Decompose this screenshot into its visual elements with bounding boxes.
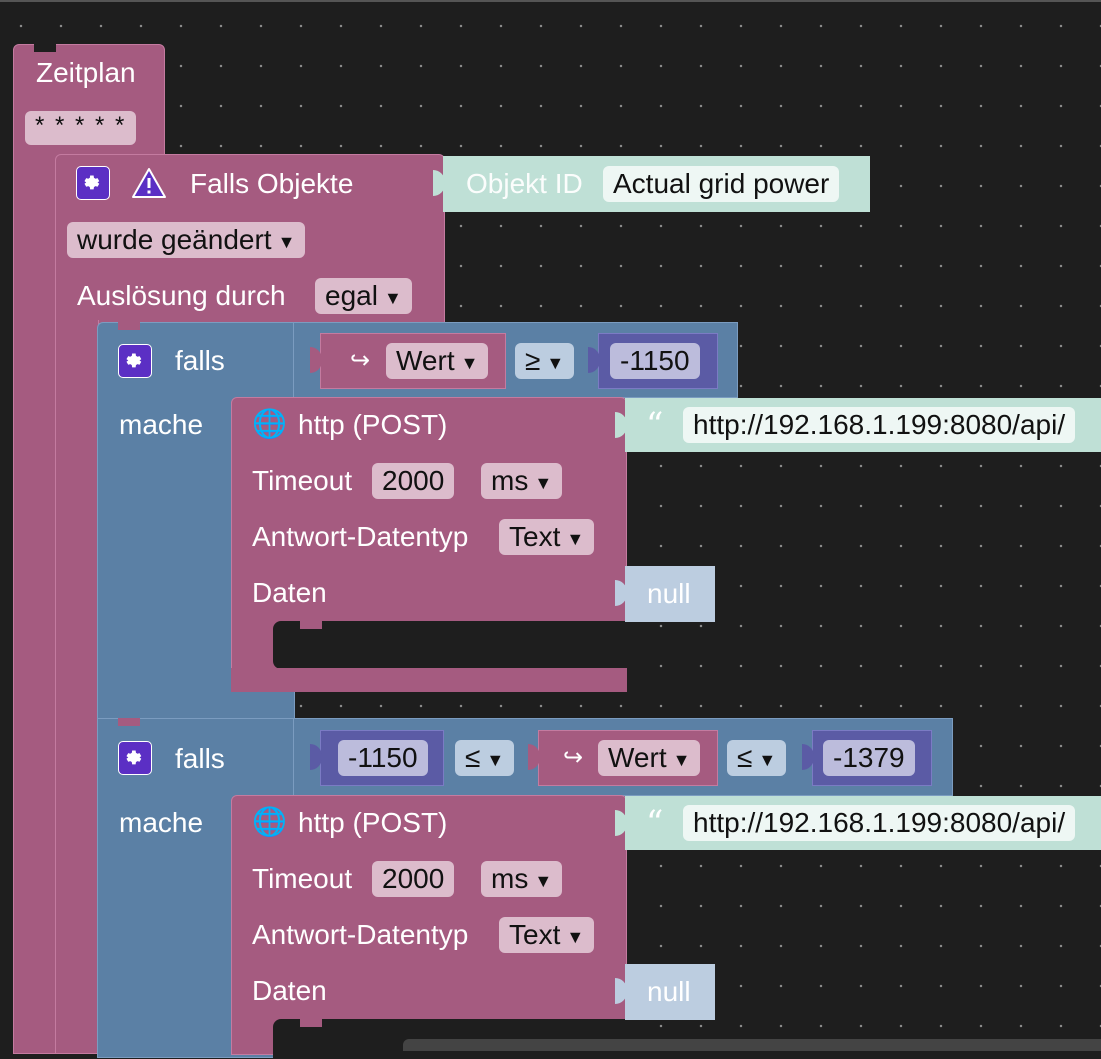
gear-icon[interactable] [118,344,152,378]
http-block-footer-1 [231,668,627,692]
object-id-label: Objekt ID [466,168,583,199]
operator-dropdown-2a[interactable]: ≤ ▼ [455,740,515,776]
block-notch [118,322,140,330]
dropdown-arrow-icon: ▼ [672,750,691,770]
dropdown-arrow-icon: ▼ [546,353,565,373]
cron-field[interactable]: * * * * * [25,111,137,145]
triggered-by-dropdown[interactable]: egal ▼ [315,278,412,314]
unit-dropdown-1[interactable]: ms ▼ [481,463,563,499]
block-notch [34,44,56,52]
null-value-2: null [647,976,691,1007]
operator-value: ≥ [525,345,541,376]
zeitplan-title: Zeitplan [36,57,136,88]
http-statement-slot-1 [273,621,627,669]
number-field-2a[interactable]: -1150 [338,740,428,776]
unit-value: ms [491,863,529,894]
gear-icon[interactable] [76,166,110,200]
operator-value: ≤ [737,742,753,773]
dropdown-arrow-icon: ▼ [566,529,585,549]
value-label: Wert [396,345,455,376]
dropdown-arrow-icon: ▼ [460,353,479,373]
mache-label-2: mache [119,807,204,838]
number-field-1[interactable]: -1150 [610,343,700,379]
operator-dropdown-2b[interactable]: ≤ ▼ [727,740,787,776]
dropdown-arrow-icon: ▼ [758,750,777,770]
trigger-title: Falls Objekte [190,168,354,199]
quote-icon: “ [646,405,664,445]
triggered-by-value: egal [325,280,378,311]
falls-label-2: falls [175,743,225,774]
changed-dropdown[interactable]: wurde geändert ▼ [67,222,306,258]
gear-icon[interactable] [118,741,152,775]
workspace-top-border [0,0,1101,2]
block-notch [300,1019,322,1027]
operator-dropdown-1[interactable]: ≥ ▼ [515,343,575,379]
value-label: Wert [608,742,667,773]
falls-label-1: falls [175,345,225,376]
mache-label-1: mache [119,409,204,440]
block-notch [118,718,140,726]
value-dropdown-2[interactable]: Wert ▼ [598,740,701,776]
dropdown-arrow-icon: ▼ [383,288,402,308]
globe-icon: 🌐 [252,806,287,837]
triggered-by-label: Auslösung durch [77,280,286,311]
response-type-value: Text [509,521,561,552]
object-id-field[interactable]: Actual grid power [603,166,840,202]
http-title-1: http (POST) [298,409,448,440]
data-label-2: Daten [252,975,327,1006]
unit-dropdown-2[interactable]: ms ▼ [481,861,563,897]
timeout-label-1: Timeout [252,465,353,496]
trigger-block-arm [55,320,99,1054]
dropdown-arrow-icon: ▼ [566,927,585,947]
value-dropdown-1[interactable]: Wert ▼ [386,343,489,379]
timeout-field-2[interactable]: 2000 [372,861,455,897]
warning-icon[interactable] [131,166,167,200]
unit-value: ms [491,465,529,496]
variable-arrow-icon: ↪ [350,347,371,374]
url-field-2[interactable]: http://192.168.1.199:8080/api/ [683,805,1076,841]
response-type-dropdown-1[interactable]: Text ▼ [499,519,595,555]
dropdown-arrow-icon: ▼ [534,871,553,891]
response-type-label-2: Antwort-Datentyp [252,919,469,950]
response-type-label-1: Antwort-Datentyp [252,521,469,552]
timeout-field-1[interactable]: 2000 [372,463,455,499]
changed-value: wurde geändert [77,224,272,255]
operator-value: ≤ [465,742,481,773]
quote-icon: “ [646,803,664,843]
globe-icon: 🌐 [252,408,287,439]
horizontal-scrollbar[interactable] [403,1039,1101,1051]
number-field-2b[interactable]: -1379 [823,740,915,776]
block-notch [300,621,322,629]
url-field-1[interactable]: http://192.168.1.199:8080/api/ [683,407,1076,443]
dropdown-arrow-icon: ▼ [534,473,553,493]
variable-arrow-icon: ↪ [563,744,584,771]
null-value-1: null [647,578,691,609]
http-title-2: http (POST) [298,807,448,838]
timeout-label-2: Timeout [252,863,353,894]
data-label-1: Daten [252,577,327,608]
response-type-dropdown-2[interactable]: Text ▼ [499,917,595,953]
dropdown-arrow-icon: ▼ [486,750,505,770]
response-type-value: Text [509,919,561,950]
dropdown-arrow-icon: ▼ [277,232,296,252]
